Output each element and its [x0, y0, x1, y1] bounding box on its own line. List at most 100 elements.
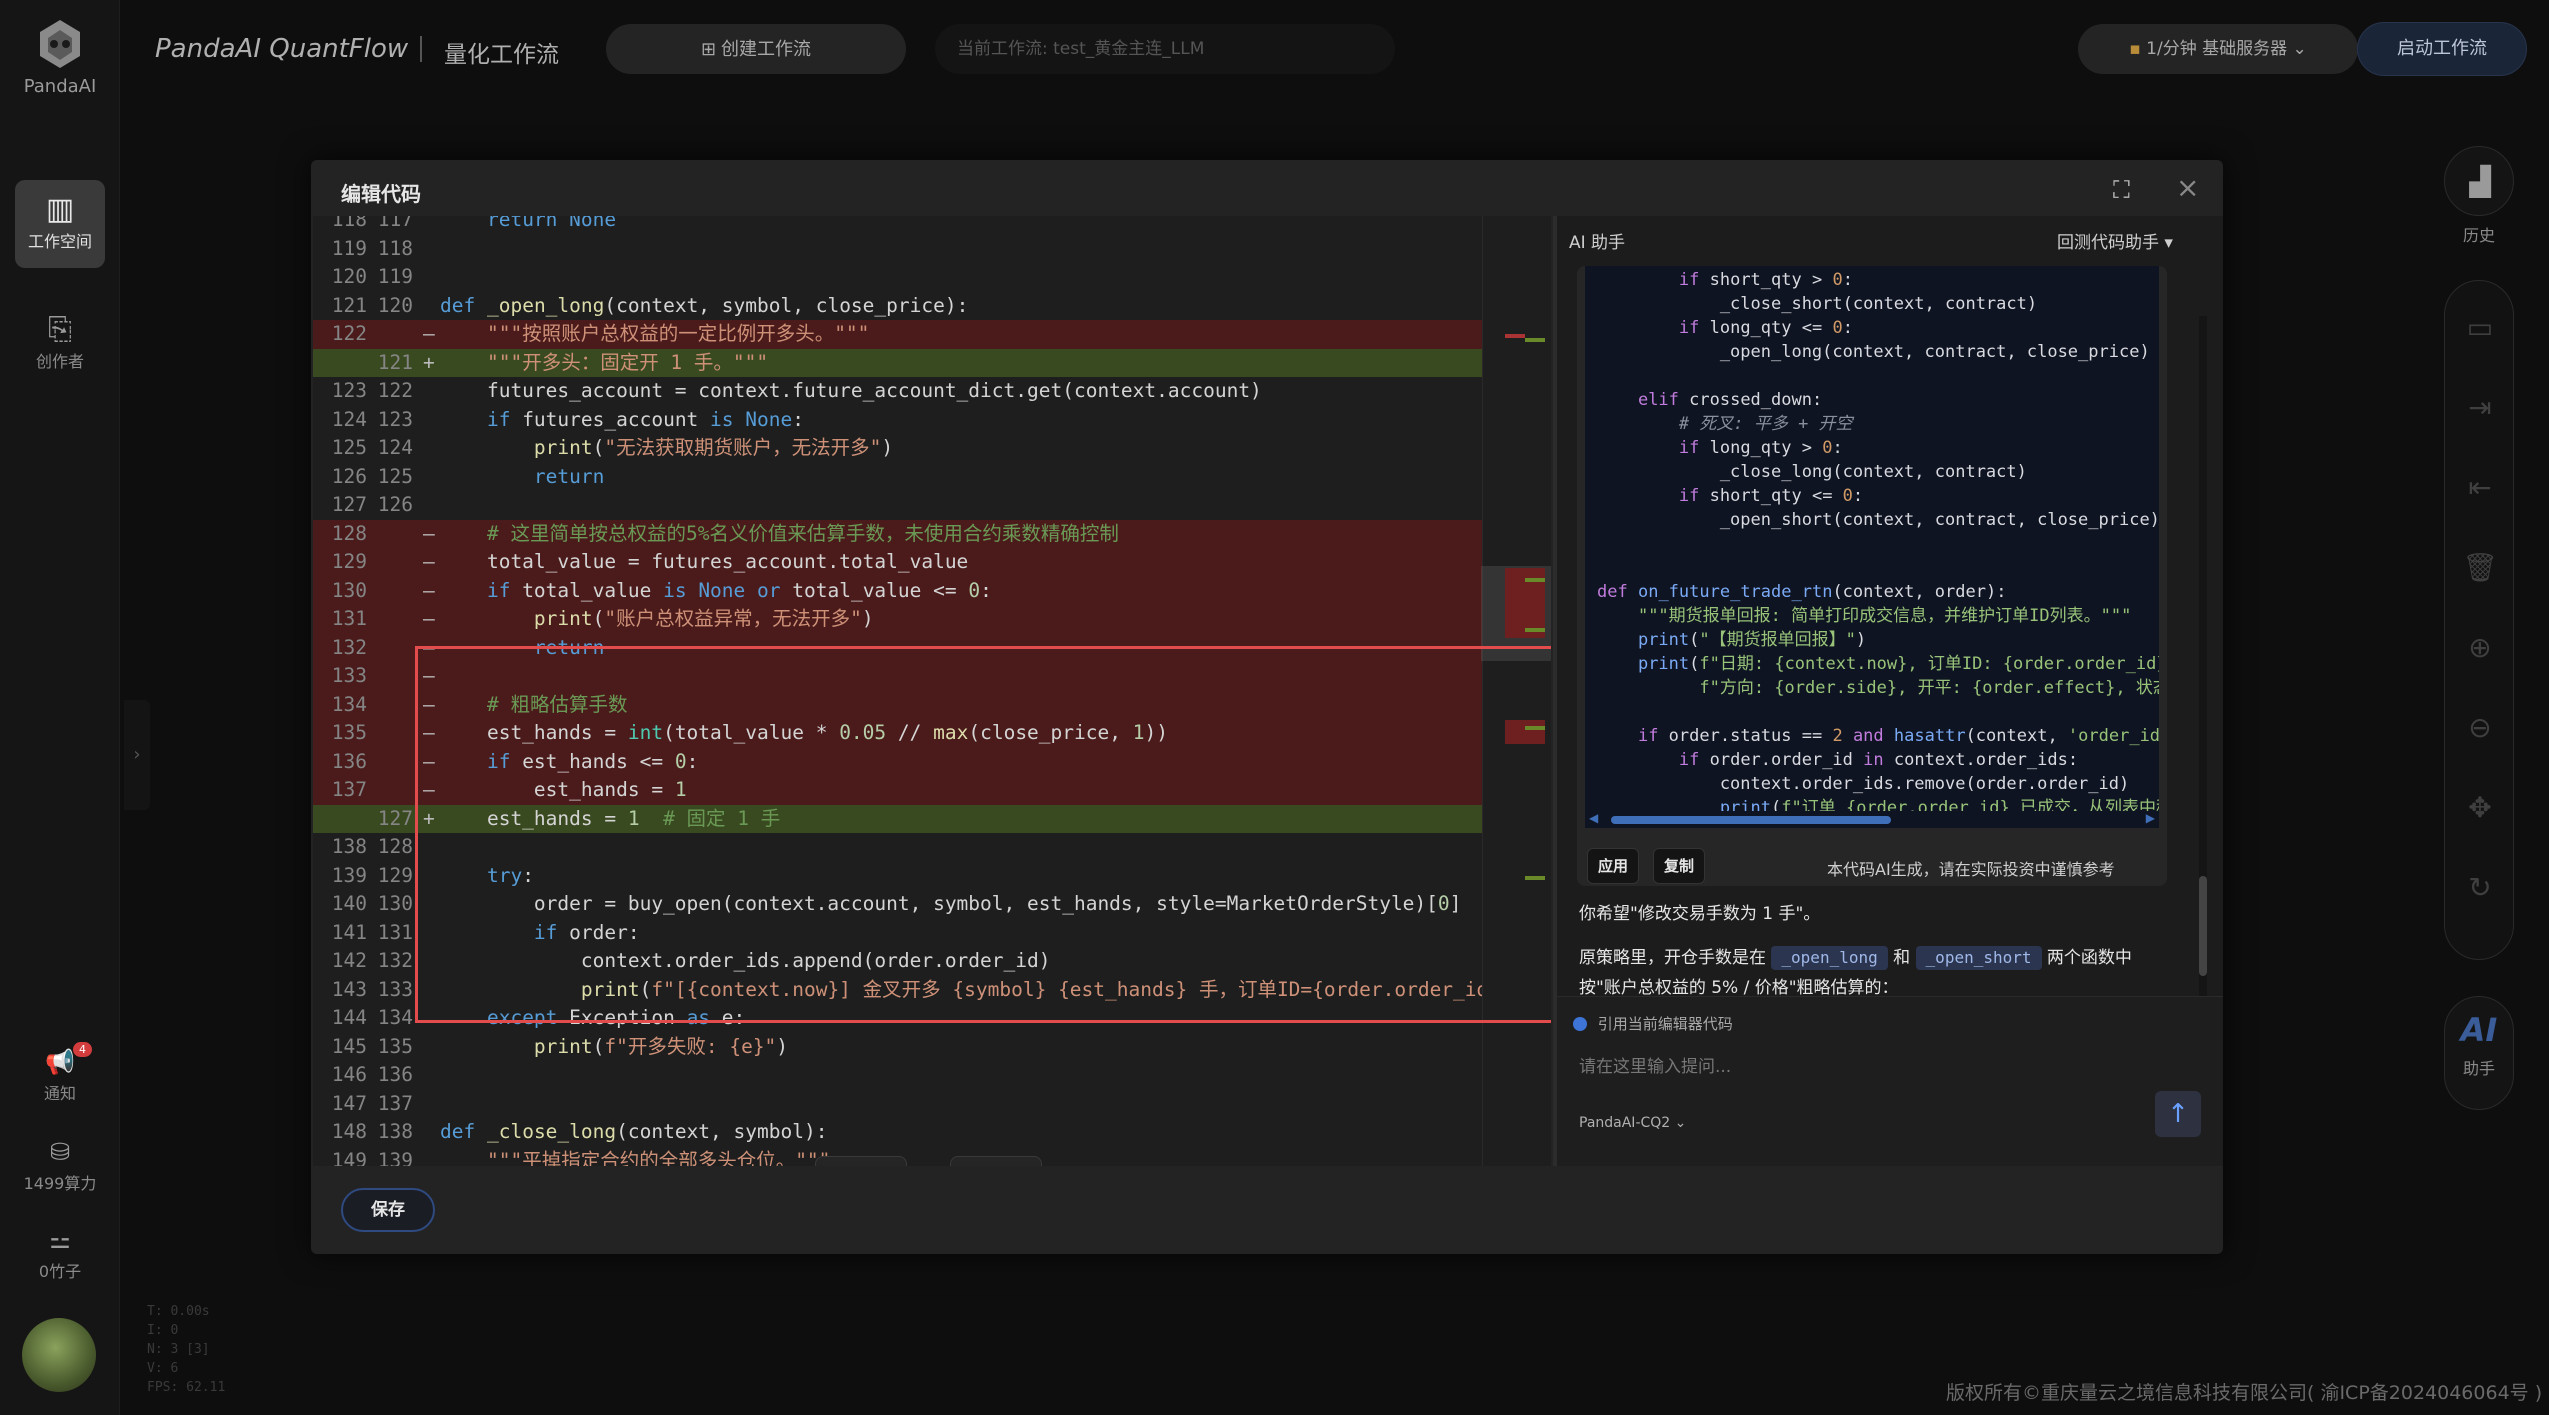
history-button[interactable]: ▟ — [2444, 146, 2514, 216]
scroll-right-icon[interactable]: ▶ — [2146, 811, 2155, 825]
inline-accept-label: 应用 — [855, 1165, 885, 1166]
code-line[interactable]: 142 132 context.order_ids.append(order.or… — [313, 947, 1503, 976]
scroll-left-icon[interactable]: ◀ — [1589, 811, 1598, 825]
ai-assistant-panel: AI 助手 回测代码助手 ▾ if short_qty > 0: _close_… — [1553, 216, 2223, 1166]
deleted-line[interactable]: 137— est_hands = 1 — [313, 776, 1503, 805]
deleted-line[interactable]: 128— # 这里简单按总权益的5%名义价值来估算手数，未使用合约乘数精确控制 — [313, 519, 1503, 548]
cite-editor-toggle[interactable]: 引用当前编辑器代码 — [1573, 1013, 1733, 1034]
new-line-number: 118 — [377, 236, 413, 260]
rail-item-notify[interactable]: 📢 4 通知 — [15, 1042, 105, 1104]
code-line[interactable]: 147 137 — [313, 1090, 1503, 1119]
scroll-thumb[interactable] — [2199, 876, 2207, 976]
deleted-line[interactable]: 134— # 粗略估算手数 — [313, 690, 1503, 719]
rail-item-compute[interactable]: ⛁ 1499算力 — [15, 1134, 105, 1194]
move-icon[interactable]: ✥ — [2445, 791, 2515, 824]
code-line[interactable]: 125 124 print("无法获取期货账户，无法开多") — [313, 434, 1503, 463]
rail-item-creator[interactable]: ⎘ 创作者 — [15, 312, 105, 382]
create-workflow-button[interactable]: ⊞ 创建工作流 — [606, 24, 906, 74]
code-text: est_hands = 1 — [440, 778, 687, 801]
export-icon[interactable]: ⇥ — [2445, 391, 2515, 424]
code-line[interactable]: 138 128 — [313, 833, 1503, 862]
answer-code-line: context.order_ids.remove(order.order_id) — [1597, 774, 2130, 794]
code-hscrollbar[interactable]: ◀ ▶ — [1585, 811, 2159, 827]
code-line[interactable]: 121 120 def _open_long(context, symbol, cl… — [313, 292, 1503, 321]
panda-logo-icon — [32, 16, 88, 72]
code-line[interactable]: 127 126 — [313, 491, 1503, 520]
inline-reject-label: 拒绝 — [990, 1165, 1020, 1166]
deleted-line[interactable]: 136— if est_hands <= 0: — [313, 747, 1503, 776]
chevron-right-icon: › — [133, 744, 141, 765]
code-text: """开多头：固定开 1 手。""" — [486, 350, 769, 374]
code-line[interactable]: 143 133 print(f"[{context.now}] 金叉开多 {sym… — [313, 976, 1512, 1005]
old-line-number: 126 — [331, 464, 367, 488]
deleted-line[interactable]: 135— est_hands = int(total_value * 0.05 … — [313, 719, 1503, 748]
send-button[interactable]: ↑ — [2155, 1091, 2201, 1137]
deleted-line[interactable]: 131— print("账户总权益异常，无法开多") — [313, 605, 1503, 634]
assistant-mode-select[interactable]: 回测代码助手 ▾ — [2057, 228, 2173, 253]
new-line-number: 133 — [377, 977, 413, 1001]
question-input[interactable] — [1579, 1047, 2149, 1087]
code-line[interactable]: 141 131 if order: — [313, 919, 1503, 948]
inline-accept-button[interactable]: ✓ 应用 — [815, 1156, 907, 1166]
new-line-number: 119 — [377, 265, 413, 288]
refresh-icon[interactable]: ↻ — [2445, 871, 2515, 904]
current-workflow[interactable]: 当前工作流: test_黄金主连_LLM — [935, 24, 1395, 74]
code-text: if futures_account is None: — [486, 407, 804, 431]
code-line[interactable]: 119 118 — [313, 235, 1503, 264]
inline-reject-button[interactable]: ✕ 拒绝 — [950, 1156, 1042, 1166]
code-line[interactable]: 140 130 order = buy_open(context.account,… — [313, 890, 1503, 919]
save-button[interactable]: 保存 — [341, 1188, 435, 1232]
save-icon[interactable]: ▭ — [2445, 311, 2515, 344]
topbar: PandaAI QuantFlow 量化工作流 ⊞ 创建工作流 当前工作流: t… — [120, 0, 2549, 100]
deleted-line[interactable]: 132— return — [313, 633, 1503, 662]
new-line-number: 117 — [377, 216, 413, 231]
deleted-line[interactable]: 130— if total_value is None or total_val… — [313, 576, 1503, 605]
code-text: """平掉指定合约的全部多头仓位。""" — [486, 1148, 831, 1167]
code-line[interactable]: 118 117 return None — [313, 216, 1503, 235]
scroll-thumb[interactable] — [1611, 816, 1891, 824]
deleted-line[interactable]: 129— total_value = futures_account.total… — [313, 548, 1503, 577]
import-icon[interactable]: ⇤ — [2445, 471, 2515, 504]
trash-icon[interactable]: 🗑 — [2445, 551, 2515, 584]
service-selector[interactable]: ▪ 1/分钟 基础服务器 ⌄ — [2078, 24, 2358, 74]
brand-divider — [420, 36, 422, 62]
rail-item-bamboo[interactable]: ⚍ 0竹子 — [15, 1222, 105, 1282]
code-line[interactable]: 144 134 except Exception as e: — [313, 1004, 1503, 1033]
ai-assistant-button[interactable]: AI 助手 — [2444, 996, 2514, 1110]
old-line-number: 142 — [331, 949, 367, 972]
sidebar-toggle[interactable]: › — [124, 700, 150, 810]
code-line[interactable]: 120 119 — [313, 263, 1503, 292]
code-line[interactable]: 149 139 """平掉指定合约的全部多头仓位。""" — [313, 1147, 1503, 1167]
ai-logo-icon: AI — [2460, 1011, 2498, 1049]
answer-code-block[interactable]: if short_qty > 0: _close_short(context, … — [1585, 266, 2159, 828]
model-select[interactable]: PandaAI-CQ2 ⌄ — [1579, 1115, 1686, 1131]
avatar[interactable] — [22, 1318, 96, 1392]
code-line[interactable]: 123 122 futures_account = context.future_… — [313, 377, 1503, 406]
code-line[interactable]: 126 125 return — [313, 463, 1503, 492]
zoom-out-icon[interactable]: ⊖ — [2445, 711, 2515, 744]
copy-button[interactable]: 复制 — [1653, 848, 1705, 884]
code-editor[interactable]: 118 117 return None 119 118 120 119 121 120 def … — [313, 216, 1551, 1166]
code-text: est_hands = 1 # 固定 1 手 — [440, 806, 781, 830]
fullscreen-icon[interactable]: ⛶ — [2113, 178, 2137, 202]
zoom-in-icon[interactable]: ⊕ — [2445, 631, 2515, 664]
apply-button[interactable]: 应用 — [1587, 848, 1639, 884]
code-line[interactable]: 145 135 print(f"开多失败: {e}") — [313, 1033, 1503, 1062]
start-workflow-button[interactable]: 启动工作流 — [2357, 22, 2527, 76]
code-line[interactable]: 139 129 try: — [313, 862, 1503, 891]
code-line[interactable]: 146 136 — [313, 1061, 1503, 1090]
minimap[interactable] — [1482, 216, 1551, 1166]
rail-item-workspace[interactable]: ▥ 工作空间 — [15, 180, 105, 268]
answer-code-line: _open_short(context, contract, close_pri… — [1597, 510, 2159, 530]
new-line-number: 136 — [377, 1063, 413, 1086]
answer-code-line: _close_short(context, contract) — [1597, 294, 2038, 314]
deleted-line[interactable]: 122— """按照账户总权益的一定比例开多头。""" — [313, 320, 1503, 349]
code-line[interactable]: 148 138 def _close_long(context, symbol): — [313, 1118, 1503, 1147]
code-line[interactable]: 124 123 if futures_account is None: — [313, 406, 1503, 435]
added-line[interactable]: 121 + """开多头：固定开 1 手。""" — [313, 348, 1503, 377]
logo[interactable]: PandaAI — [0, 16, 120, 97]
answer-code-line: if short_qty <= 0: — [1678, 486, 1864, 506]
added-line[interactable]: 127 + est_hands = 1 # 固定 1 手 — [313, 804, 1503, 833]
deleted-line[interactable]: 133 — — [313, 662, 1503, 691]
close-icon[interactable]: × — [2176, 174, 2204, 202]
